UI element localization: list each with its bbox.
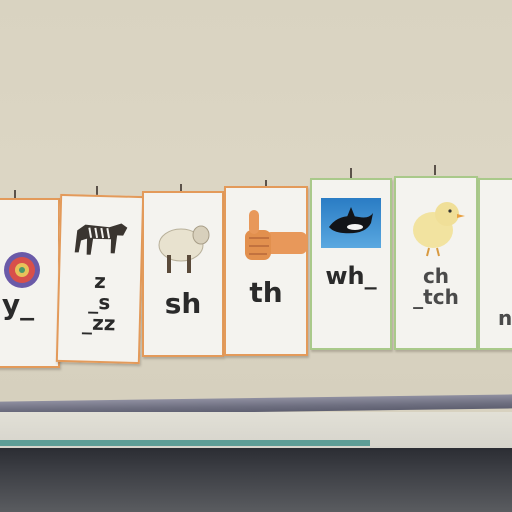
card-z-line3: _zz xyxy=(81,310,116,336)
thumbs-up-icon xyxy=(245,210,307,260)
card-th: th xyxy=(224,186,308,356)
yoyo-icon xyxy=(4,252,40,288)
card-y-label: y_ xyxy=(1,288,35,321)
card-th-label: th xyxy=(249,276,283,309)
pin xyxy=(350,168,352,178)
card-wh: wh_ xyxy=(310,178,392,350)
teal-strip xyxy=(0,440,370,446)
card-sh: sh xyxy=(142,191,224,357)
card-ch-line2: _tch xyxy=(413,285,459,309)
card-z: z _s _zz xyxy=(55,193,145,365)
zebra-icon xyxy=(74,223,128,255)
pin xyxy=(434,165,436,175)
card-ch: ch _tch xyxy=(394,176,478,350)
card-ch-line1: ch xyxy=(422,264,450,288)
sheep-icon xyxy=(158,225,210,273)
card-n: n xyxy=(478,178,512,350)
whale-icon xyxy=(329,207,373,234)
card-n-label: n xyxy=(498,306,512,330)
board-frame xyxy=(0,448,512,512)
chick-icon xyxy=(413,202,465,257)
whale-picture xyxy=(321,198,381,248)
card-sh-label: sh xyxy=(164,287,202,320)
card-y: y_ xyxy=(0,198,60,368)
card-wh-label: wh_ xyxy=(325,262,377,290)
